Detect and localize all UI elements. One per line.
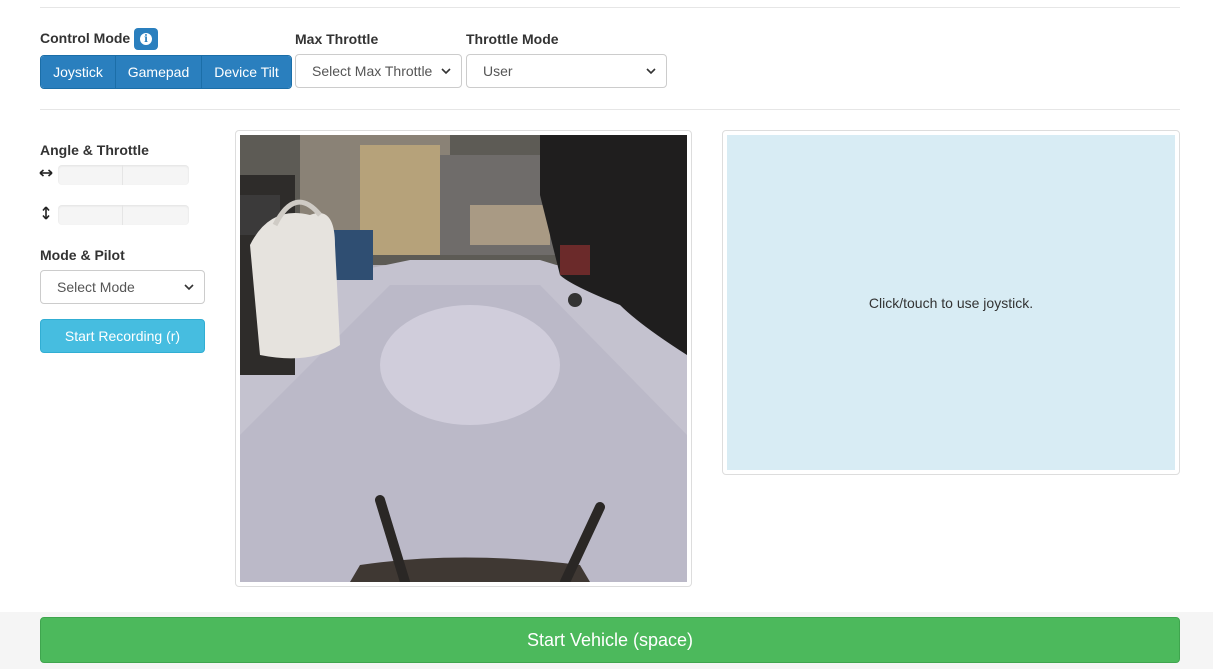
max-throttle-value: Select Max Throttle bbox=[312, 63, 433, 79]
joystick-hint: Click/touch to use joystick. bbox=[868, 294, 1034, 311]
throttle-mode-select[interactable]: User bbox=[466, 54, 667, 88]
info-icon: i bbox=[140, 33, 152, 45]
mode-pilot-label: Mode & Pilot bbox=[40, 247, 125, 263]
control-mode-info-button[interactable]: i bbox=[134, 28, 158, 50]
max-throttle-select[interactable]: Select Max Throttle bbox=[295, 54, 462, 88]
chevron-down-icon bbox=[441, 68, 451, 75]
start-recording-button[interactable]: Start Recording (r) bbox=[40, 319, 205, 353]
joystick-mode-button[interactable]: Joystick bbox=[41, 56, 116, 88]
angle-throttle-label: Angle & Throttle bbox=[40, 142, 149, 158]
chevron-down-icon bbox=[184, 284, 194, 291]
control-mode-toggle: Joystick Gamepad Device Tilt bbox=[40, 55, 292, 89]
control-mode-label: Control Mode bbox=[40, 30, 131, 46]
mode-pilot-value: Select Mode bbox=[57, 279, 135, 295]
joystick-frame: Click/touch to use joystick. bbox=[722, 130, 1180, 475]
joystick-pad[interactable]: Click/touch to use joystick. bbox=[727, 135, 1175, 470]
chevron-down-icon bbox=[646, 68, 656, 75]
throttle-mode-label: Throttle Mode bbox=[466, 31, 559, 47]
throttle-mode-value: User bbox=[483, 63, 513, 79]
throttle-bar bbox=[58, 205, 189, 225]
section-divider bbox=[40, 109, 1180, 110]
start-vehicle-button[interactable]: Start Vehicle (space) bbox=[40, 617, 1180, 663]
horizontal-arrow-icon bbox=[39, 169, 53, 177]
max-throttle-label: Max Throttle bbox=[295, 31, 379, 47]
gamepad-mode-button[interactable]: Gamepad bbox=[116, 56, 202, 88]
top-divider bbox=[40, 7, 1180, 8]
vertical-arrow-icon bbox=[42, 206, 50, 220]
camera-feed-illustration bbox=[240, 135, 687, 582]
mode-pilot-select[interactable]: Select Mode bbox=[40, 270, 205, 304]
angle-bar bbox=[58, 165, 189, 185]
device-tilt-mode-button[interactable]: Device Tilt bbox=[202, 56, 291, 88]
camera-feed-frame bbox=[235, 130, 692, 587]
camera-feed-image bbox=[240, 135, 687, 582]
